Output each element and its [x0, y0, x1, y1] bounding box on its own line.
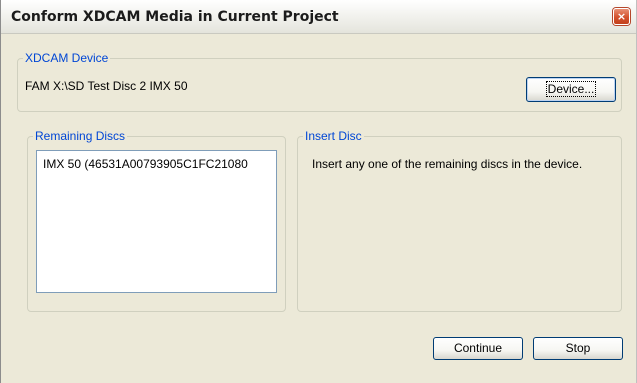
conform-dialog: Conform XDCAM Media in Current Project ×…: [0, 0, 637, 383]
title-bar[interactable]: Conform XDCAM Media in Current Project ×: [1, 0, 636, 34]
insert-disc-legend: Insert Disc: [305, 129, 362, 143]
close-icon: ×: [616, 10, 627, 23]
remaining-discs-list[interactable]: IMX 50 (46531A00793905C1FC21080: [36, 150, 277, 293]
device-button-label: Device...: [545, 81, 597, 97]
device-path-label: FAM X:\SD Test Disc 2 IMX 50: [25, 79, 188, 93]
stop-button[interactable]: Stop: [533, 337, 623, 360]
remaining-discs-legend: Remaining Discs: [35, 129, 126, 143]
list-item[interactable]: IMX 50 (46531A00793905C1FC21080: [43, 157, 248, 171]
insert-disc-message: Insert any one of the remaining discs in…: [312, 157, 583, 171]
xdcam-device-legend: XDCAM Device: [25, 51, 109, 65]
dialog-title: Conform XDCAM Media in Current Project: [11, 9, 339, 25]
close-button[interactable]: ×: [613, 8, 630, 25]
continue-button[interactable]: Continue: [433, 337, 523, 360]
device-button[interactable]: Device...: [526, 77, 616, 102]
